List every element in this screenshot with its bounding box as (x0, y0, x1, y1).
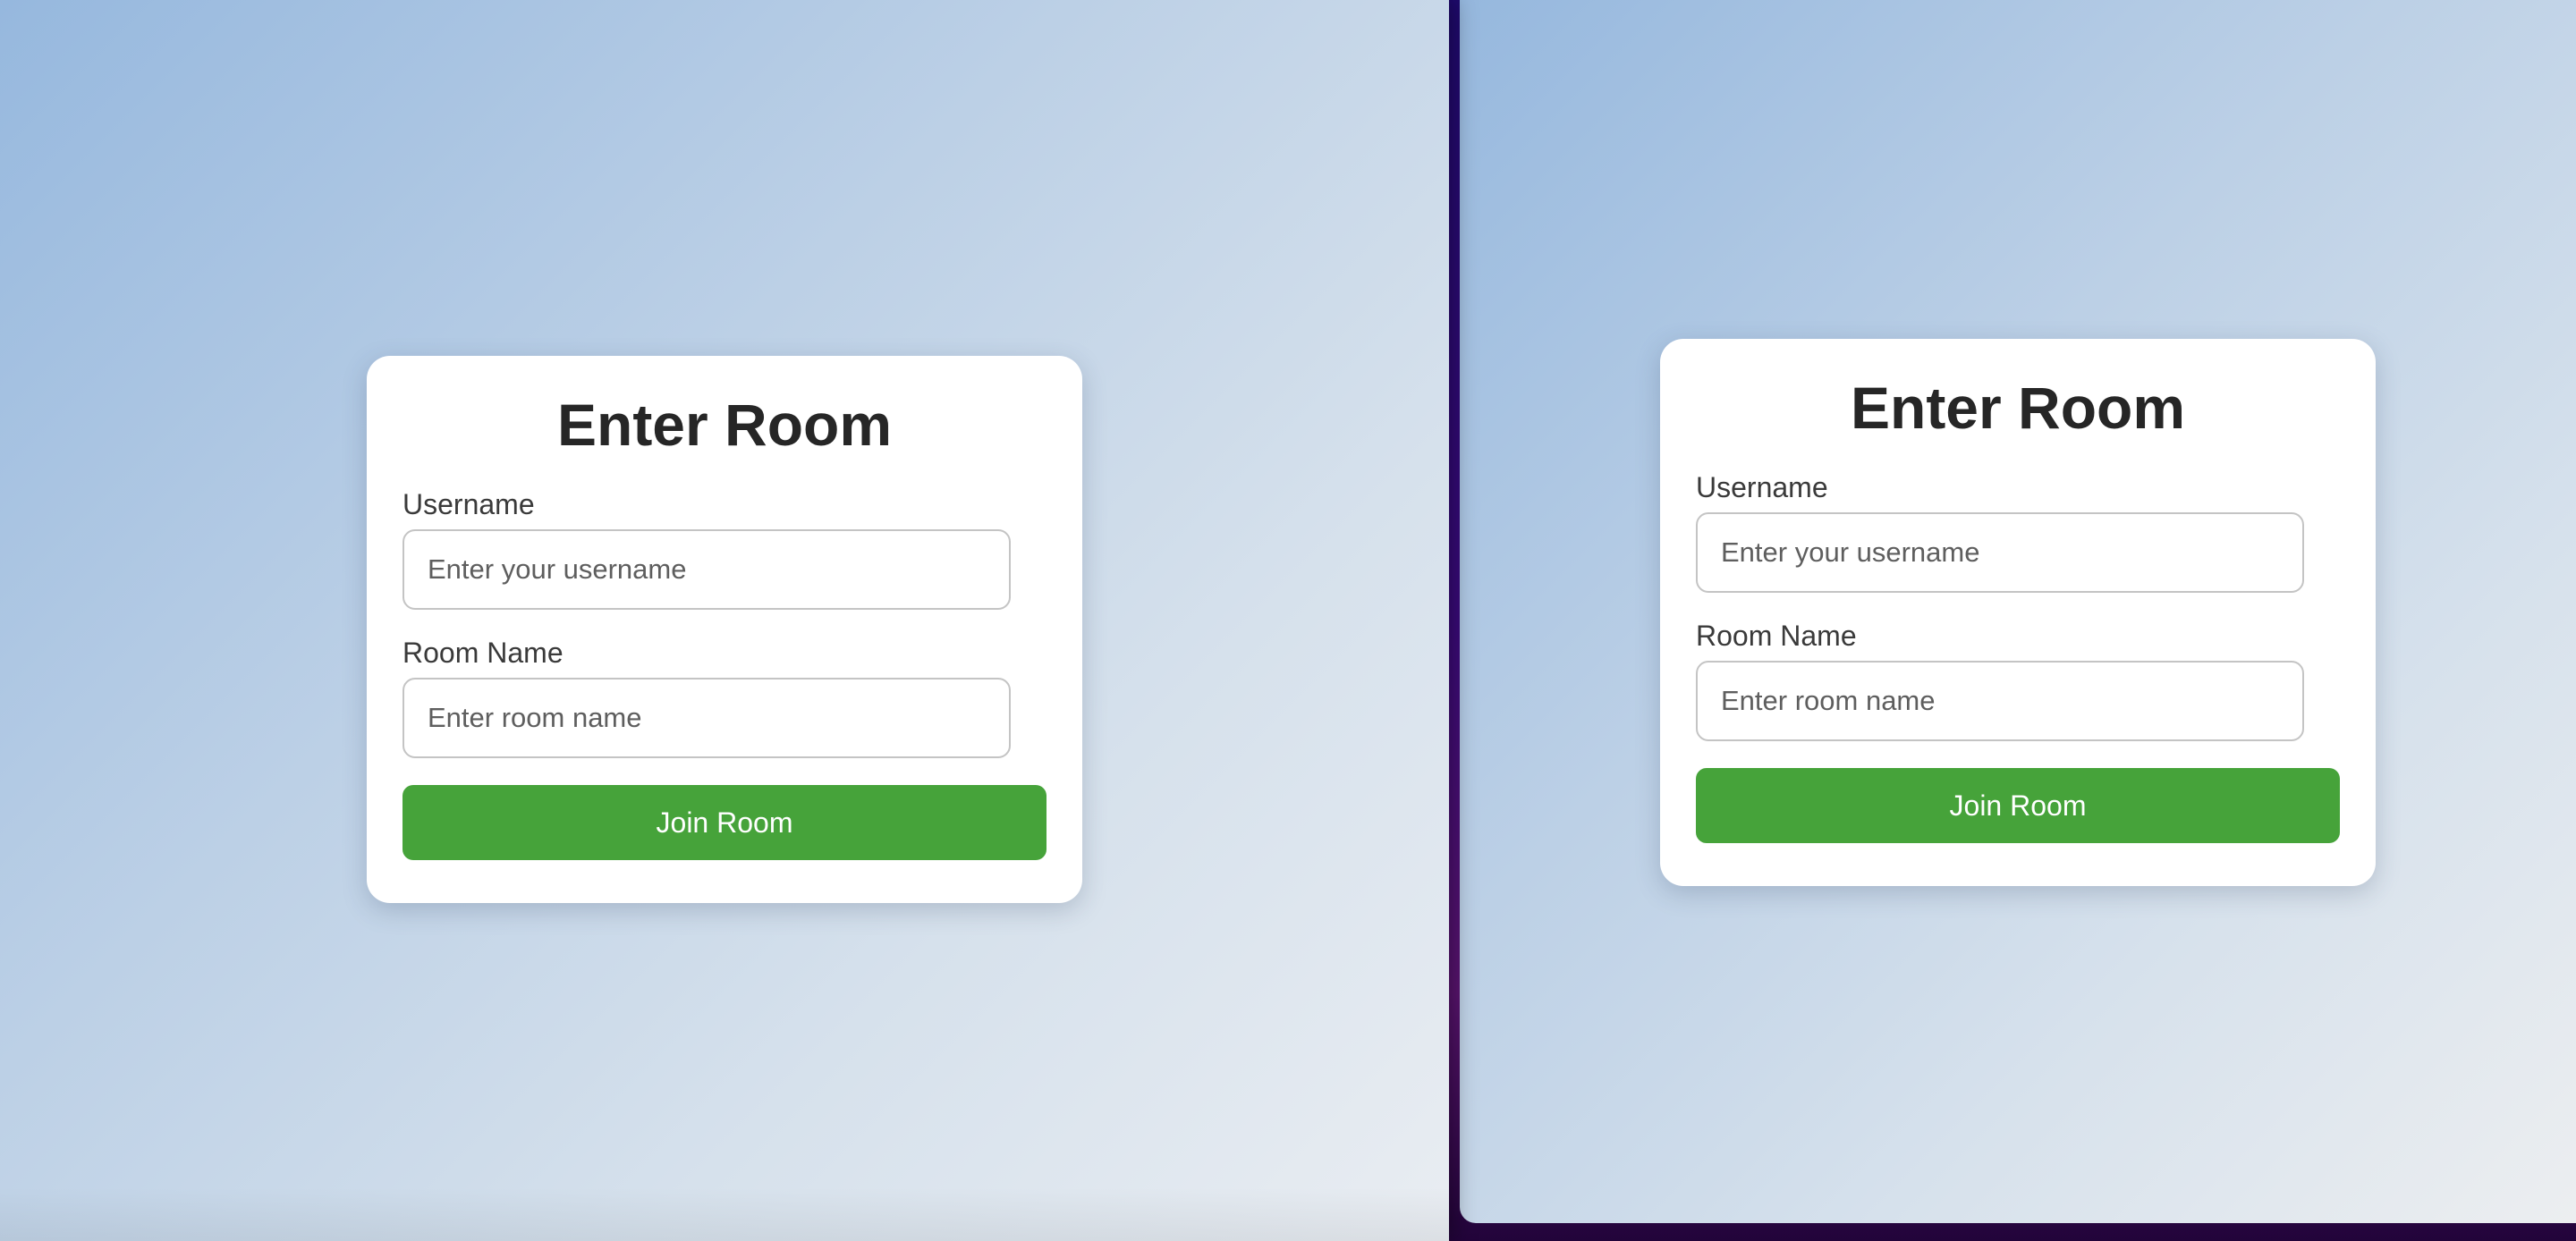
room-name-input[interactable] (1696, 661, 2304, 741)
join-room-button[interactable]: Join Room (402, 785, 1046, 860)
enter-room-card: Enter Room Username Room Name Join Room (1660, 339, 2376, 886)
join-room-button[interactable]: Join Room (1696, 768, 2340, 843)
room-name-label: Room Name (402, 637, 564, 669)
username-label: Username (402, 488, 535, 520)
room-name-input[interactable] (402, 678, 1011, 758)
card-title: Enter Room (1850, 375, 2186, 441)
right-browser-window: Enter Room Username Room Name Join Room (1460, 0, 2576, 1223)
username-input[interactable] (1696, 512, 2304, 593)
username-label: Username (1696, 471, 1828, 503)
enter-room-card: Enter Room Username Room Name Join Room (367, 356, 1082, 903)
username-input[interactable] (402, 529, 1011, 610)
card-title: Enter Room (556, 392, 893, 458)
room-name-label: Room Name (1696, 620, 1857, 652)
left-browser-window: Enter Room Username Room Name Join Room (0, 0, 1449, 1241)
